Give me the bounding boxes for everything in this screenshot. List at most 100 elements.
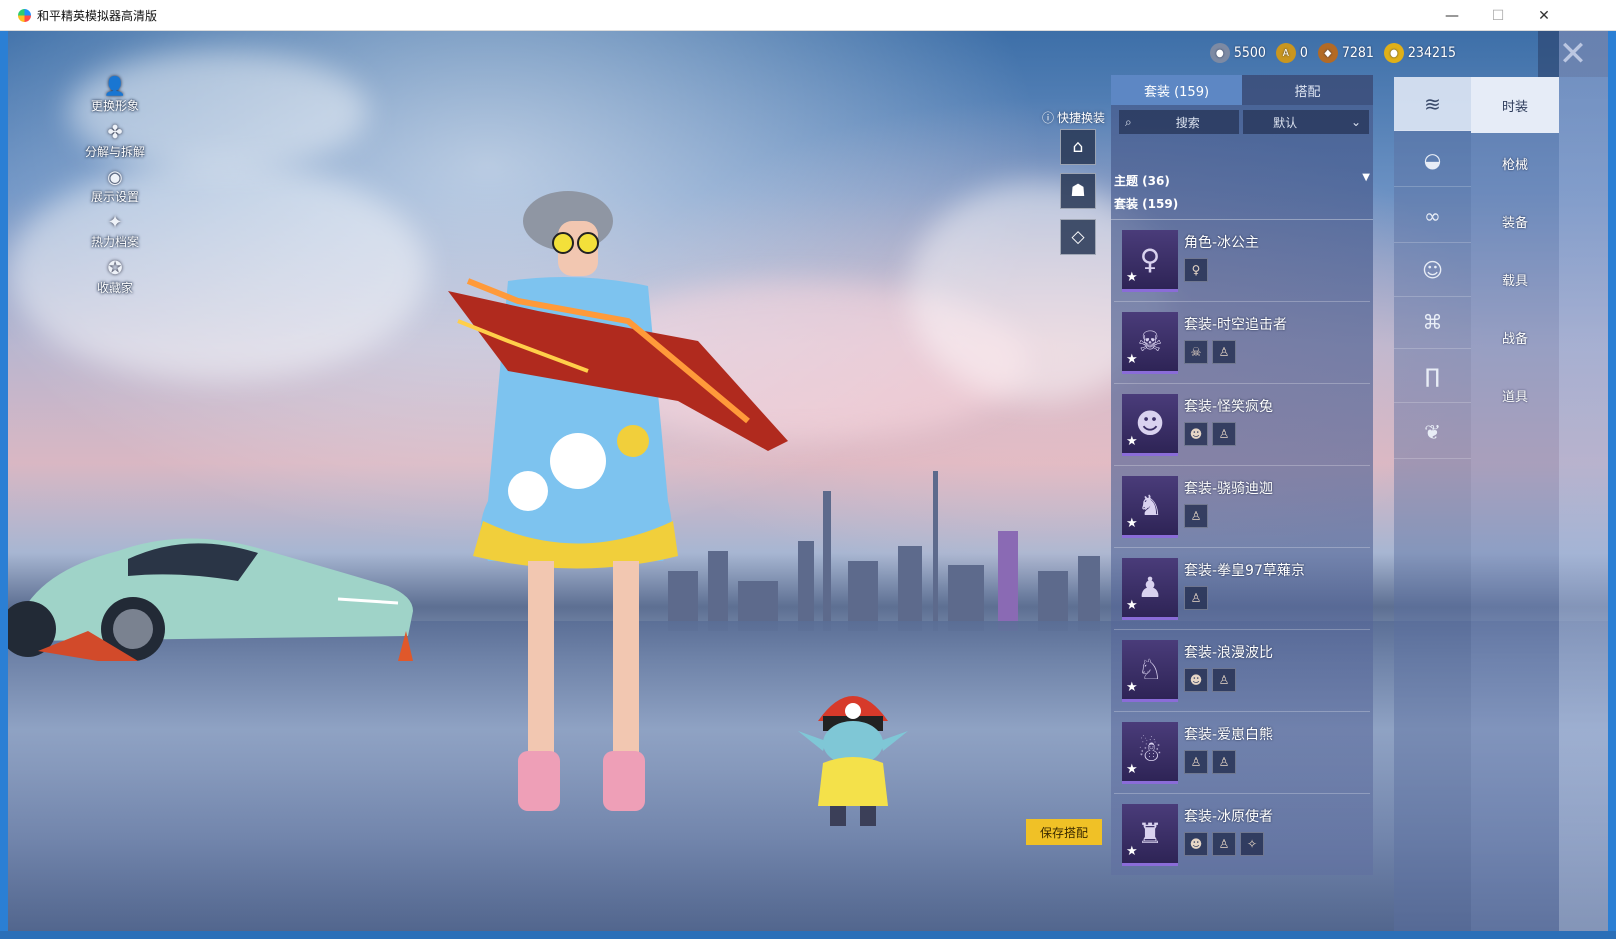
part-icon[interactable]: ♙	[1184, 586, 1208, 610]
pants-icon[interactable]: ∏	[1394, 349, 1471, 403]
part-icon[interactable]: ♙	[1184, 750, 1208, 774]
pet-companion	[798, 696, 908, 826]
category-gear[interactable]: 装备	[1471, 193, 1559, 249]
currency-gold: ● 234215	[1383, 43, 1456, 63]
divider	[1111, 219, 1373, 220]
part-icon[interactable]: ✧	[1240, 832, 1264, 856]
part-icon[interactable]: ♙	[1212, 422, 1236, 446]
puzzle-icon: ✤	[107, 121, 123, 143]
part-icon[interactable]: ♙	[1212, 668, 1236, 692]
mask-icon[interactable]: ☺	[1394, 243, 1471, 297]
search-icon: ⌕	[1125, 114, 1132, 129]
top-icon[interactable]: ⌘	[1394, 295, 1471, 349]
currency-value: 0	[1299, 45, 1308, 61]
help-icon: ⓘ	[1042, 111, 1055, 125]
locked-diamond-icon[interactable]: ◇	[1060, 219, 1096, 255]
list-item[interactable]: ☻ ★ 套装-怪笑疯兔 ☻ ♙	[1114, 386, 1370, 466]
outfit-name: 角色-冰公主	[1184, 235, 1260, 251]
category-combat-prep[interactable]: 战备	[1471, 309, 1559, 365]
heat-profile-button[interactable]: ✦ 热力档案	[80, 211, 150, 250]
list-item[interactable]: ☠ ★ 套装-时空追击者 ☠ ♙	[1114, 304, 1370, 384]
right-edge-panel	[1559, 31, 1608, 931]
hat-icon[interactable]: ◒	[1394, 133, 1471, 187]
star-icon[interactable]: ★	[1126, 844, 1138, 859]
app-window: 和平精英模拟器高清版 — ☐ ✕ 👤 更换形象 ✤ 分解与拆解 ◉ 展示设置 ✦…	[0, 0, 1616, 939]
outfit-parts: ☠ ♙	[1184, 340, 1236, 364]
list-item[interactable]: ♞ ★ 套装-骁骑迪迦 ♙	[1114, 468, 1370, 548]
change-appearance-button[interactable]: 👤 更换形象	[80, 75, 150, 114]
star-icon[interactable]: ★	[1126, 516, 1138, 531]
outfit-name: 套装-冰原使者	[1184, 809, 1274, 825]
part-icon[interactable]: ♙	[1212, 750, 1236, 774]
player-character	[448, 191, 788, 811]
collector-button[interactable]: ✪ 收藏家	[80, 257, 150, 296]
gold-coin-icon: ●	[1383, 43, 1404, 63]
part-icon[interactable]: ☻	[1184, 668, 1208, 692]
outfit-name: 套装-时空追击者	[1184, 317, 1288, 333]
maximize-button[interactable]: ☐	[1475, 0, 1521, 31]
currency-value: 7281	[1341, 45, 1374, 61]
game-viewport: 👤 更换形象 ✤ 分解与拆解 ◉ 展示设置 ✦ 热力档案 ✪ 收藏家 ● 550…	[8, 31, 1608, 931]
theme-label: 主题 (36)	[1114, 174, 1170, 188]
currency-value: 5500	[1233, 45, 1266, 61]
equipment-slots: ≋ ◒ ∞ ☺ ⌘ ∏ ❦	[1394, 77, 1471, 931]
locked-helmet-icon[interactable]: ☗	[1060, 173, 1096, 209]
bronze-coin-icon: ◆	[1317, 43, 1338, 63]
list-item[interactable]: ♟ ★ 套装-拳皇97草薙京 ♙	[1114, 550, 1370, 630]
display-settings-button[interactable]: ◉ 展示设置	[80, 166, 150, 205]
glasses-icon[interactable]: ∞	[1394, 189, 1471, 243]
category-sidebar: 时装 枪械 装备 载具 战备 道具	[1471, 77, 1559, 931]
list-item[interactable]: ♘ ★ 套装-浪漫波比 ☻ ♙	[1114, 632, 1370, 712]
display-settings-label: 展示设置	[90, 190, 139, 204]
part-icon[interactable]: ♀	[1184, 258, 1208, 282]
triangle-down-icon: ▼	[1362, 172, 1370, 183]
outfit-name: 套装-拳皇97草薙京	[1184, 563, 1305, 579]
part-icon[interactable]: ☻	[1184, 422, 1208, 446]
tab-suits[interactable]: 套装 (159)	[1111, 75, 1242, 105]
outfit-parts: ☻ ♙	[1184, 422, 1236, 446]
change-appearance-label: 更换形象	[90, 99, 139, 113]
minimize-button[interactable]: —	[1429, 0, 1475, 31]
category-vehicles[interactable]: 载具	[1471, 251, 1559, 307]
list-item[interactable]: ☃ ★ 套装-爱崽白熊 ♙ ♙	[1114, 714, 1370, 794]
decompose-button[interactable]: ✤ 分解与拆解	[80, 121, 150, 160]
outfit-parts: ♙	[1184, 586, 1208, 610]
collector-label: 收藏家	[96, 281, 133, 295]
close-window-button[interactable]: ✕	[1521, 0, 1567, 31]
hanger-icon[interactable]: ⌂	[1060, 129, 1096, 165]
list-item[interactable]: ♀ ★ 角色-冰公主 ♀	[1114, 222, 1370, 302]
search-input[interactable]: ⌕ 搜索	[1119, 110, 1240, 134]
window-title: 和平精英模拟器高清版	[37, 9, 158, 23]
star-icon[interactable]: ★	[1126, 598, 1138, 613]
currency-a-coin: A 0	[1275, 43, 1308, 63]
title-bar: 和平精英模拟器高清版 — ☐ ✕	[0, 0, 1616, 31]
tab-combos[interactable]: 搭配	[1242, 75, 1373, 105]
category-fashion[interactable]: 时装	[1471, 77, 1559, 133]
list-item[interactable]: ♜ ★ 套装-冰原使者 ☻ ♙ ✧	[1114, 796, 1370, 876]
outfit-panel: 套装 (159) 搭配 ⌕ 搜索 默认 ⌄ 主题 (36) ▼ 套装 (159)	[1111, 75, 1373, 875]
star-icon[interactable]: ★	[1126, 680, 1138, 695]
part-icon[interactable]: ☠	[1184, 340, 1208, 364]
category-weapons[interactable]: 枪械	[1471, 135, 1559, 191]
part-icon[interactable]: ☻	[1184, 832, 1208, 856]
star-icon[interactable]: ★	[1126, 434, 1138, 449]
sort-dropdown[interactable]: 默认 ⌄	[1243, 110, 1369, 134]
silver-coin-icon: ●	[1209, 43, 1230, 63]
app-logo-icon	[18, 9, 31, 22]
part-icon[interactable]: ♙	[1212, 832, 1236, 856]
shoes-icon[interactable]: ❦	[1394, 405, 1471, 459]
theme-filter[interactable]: 主题 (36) ▼	[1114, 172, 1370, 189]
outfit-parts: ♙	[1184, 504, 1208, 528]
search-row: ⌕ 搜索 默认 ⌄	[1119, 110, 1369, 134]
part-icon[interactable]: ♙	[1212, 340, 1236, 364]
star-icon[interactable]: ★	[1126, 762, 1138, 777]
category-items[interactable]: 道具	[1471, 367, 1559, 423]
part-icon[interactable]: ♙	[1184, 504, 1208, 528]
person-icon: 👤	[103, 75, 127, 97]
star-icon[interactable]: ★	[1126, 270, 1138, 285]
save-outfit-button[interactable]: 保存搭配	[1026, 819, 1102, 845]
outfit-icon[interactable]: ≋	[1394, 77, 1471, 131]
outfit-name: 套装-浪漫波比	[1184, 645, 1274, 661]
star-icon[interactable]: ★	[1126, 352, 1138, 367]
outfit-name: 套装-骁骑迪迦	[1184, 481, 1274, 497]
